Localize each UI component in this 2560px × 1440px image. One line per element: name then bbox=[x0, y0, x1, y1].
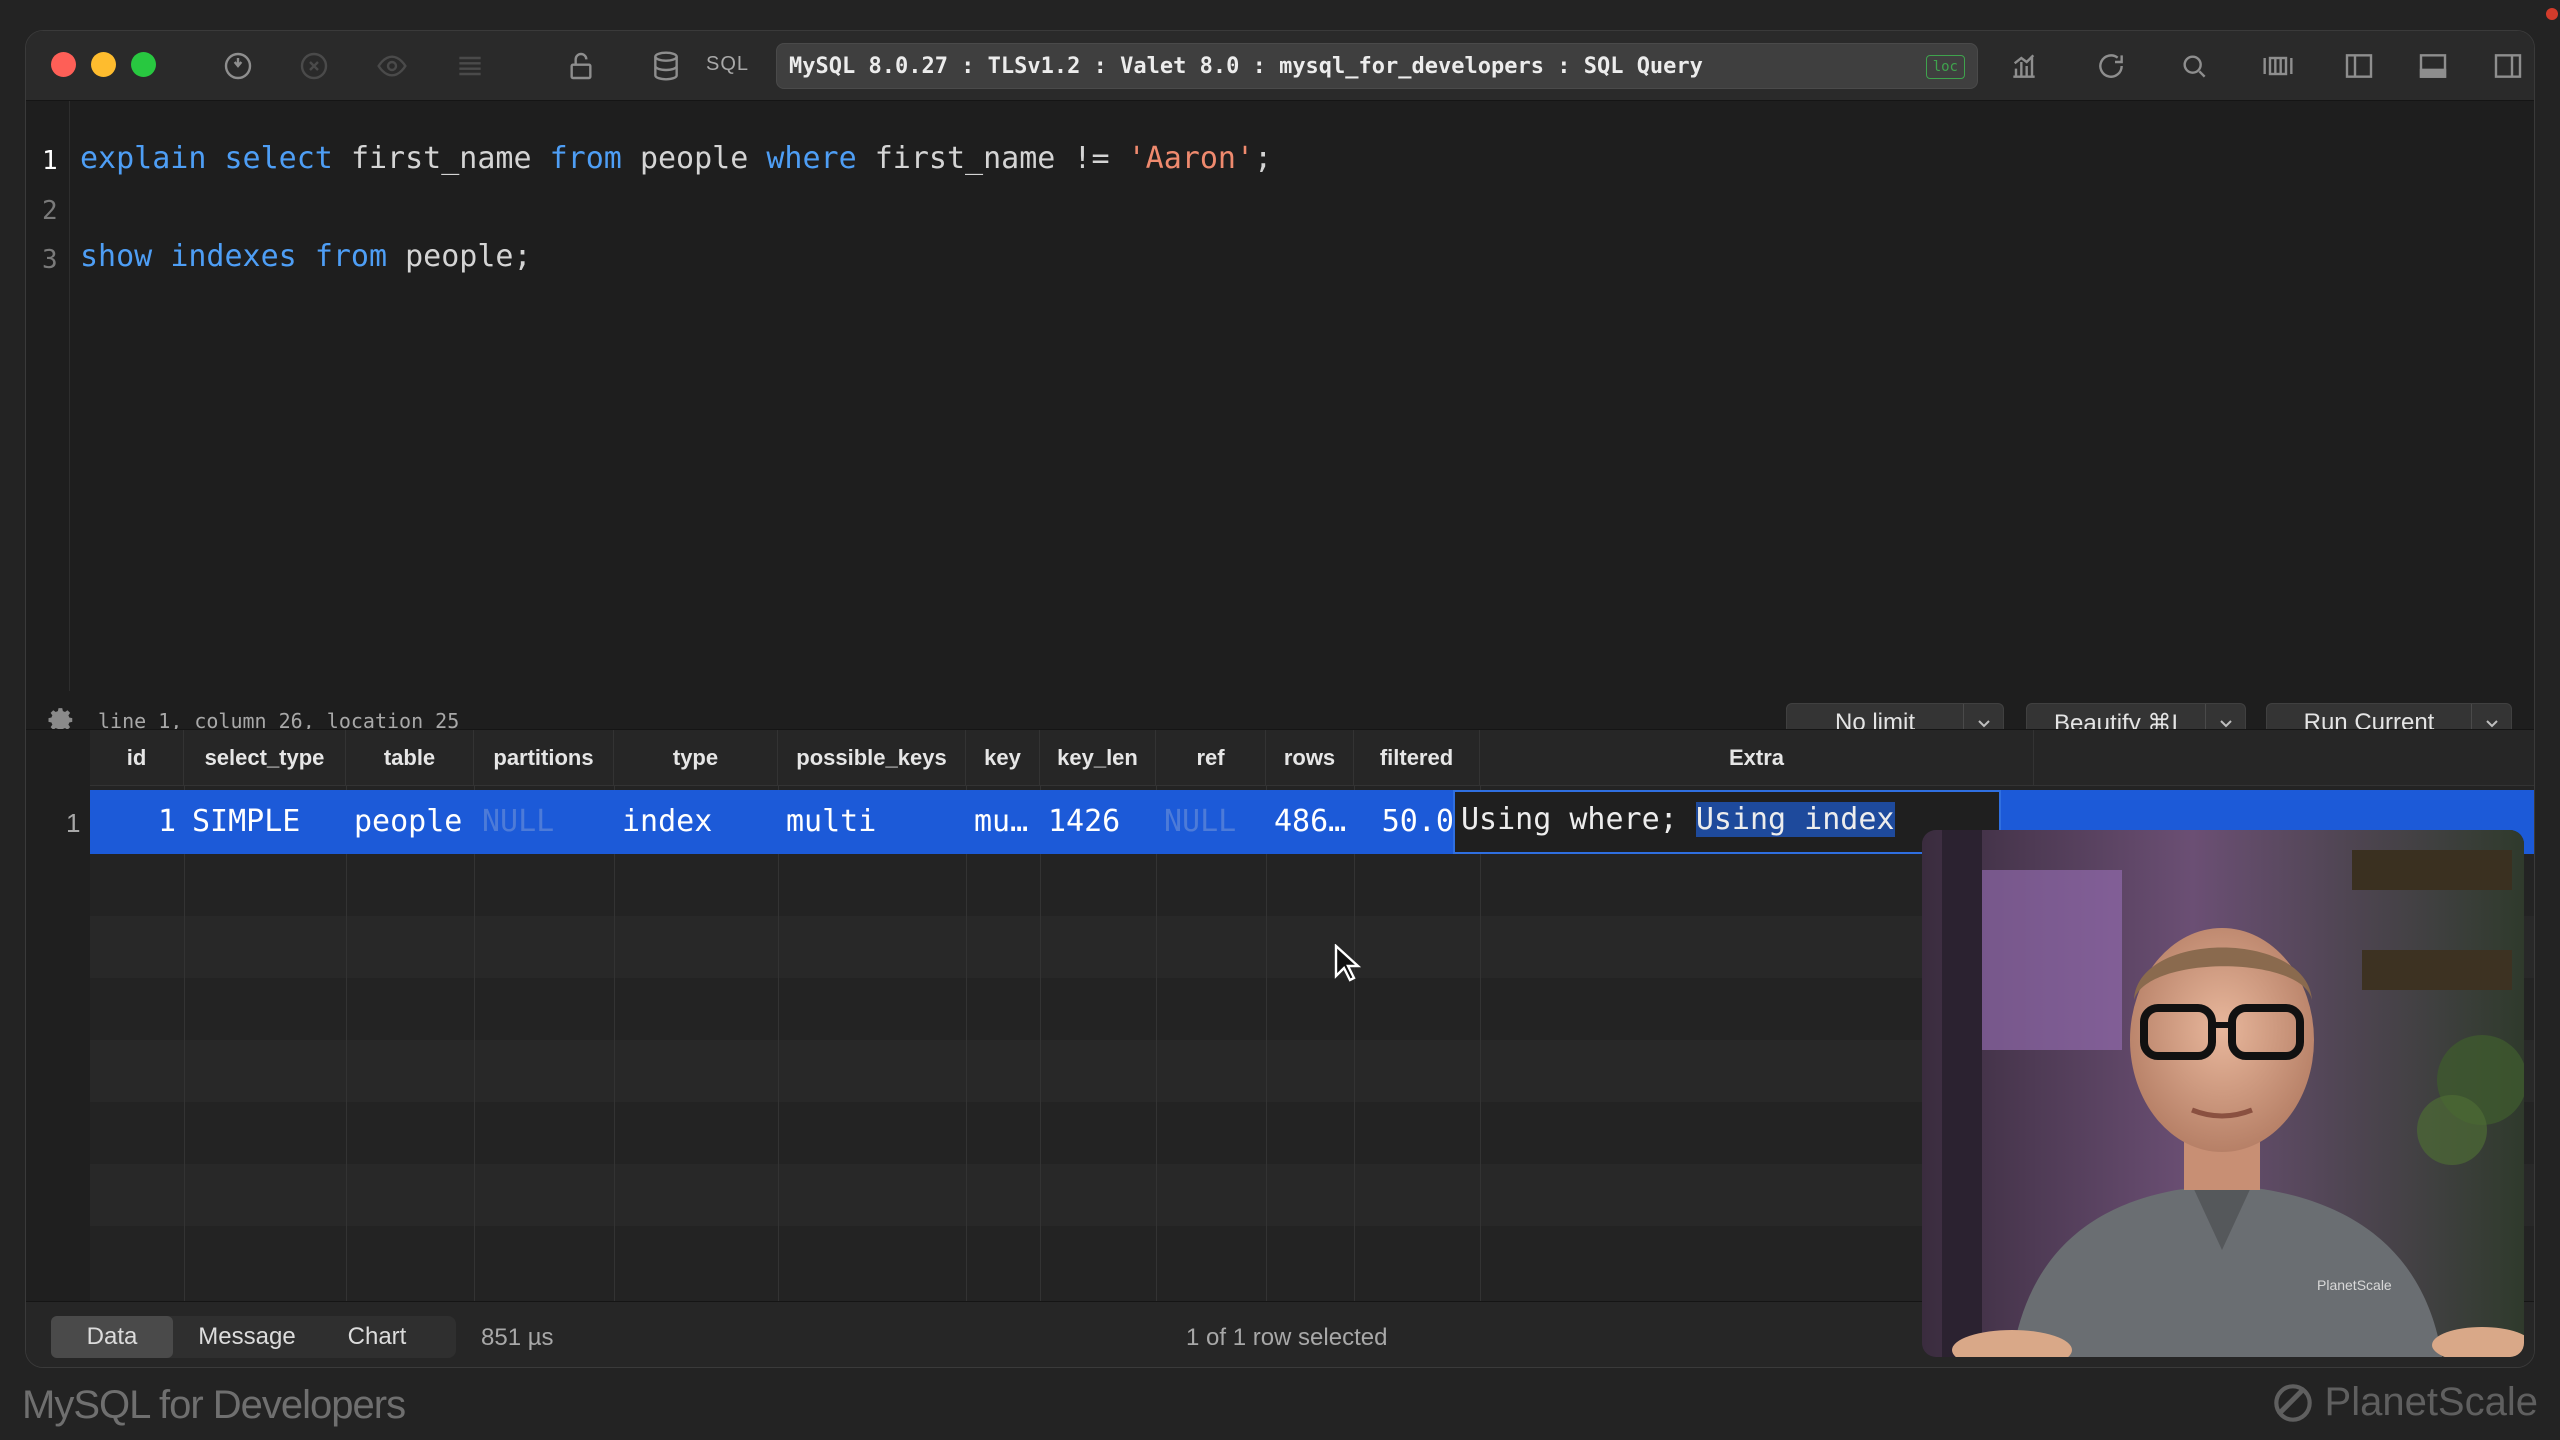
keyword: from bbox=[549, 141, 622, 176]
column-header-rows[interactable]: rows bbox=[1266, 730, 1354, 786]
sql-editor[interactable]: 1 2 3 explain select first_name from peo… bbox=[26, 101, 2534, 747]
maximize-window-button[interactable] bbox=[131, 52, 156, 77]
column-divider bbox=[184, 786, 185, 1330]
column-header-type[interactable]: type bbox=[614, 730, 778, 786]
column-header-id[interactable]: id bbox=[90, 730, 184, 786]
selection-status: 1 of 1 row selected bbox=[1186, 1324, 1388, 1351]
connection-bar[interactable]: MySQL 8.0.27 : TLSv1.2 : Valet 8.0 : mys… bbox=[776, 43, 1978, 89]
line-gutter: 1 2 3 bbox=[26, 101, 70, 691]
semicolon: ; bbox=[1254, 141, 1273, 176]
keyword: from bbox=[314, 239, 388, 274]
tab-data[interactable]: Data bbox=[51, 1316, 173, 1358]
toggle-bottom-panel-icon[interactable] bbox=[2413, 47, 2453, 85]
column-header-filtered[interactable]: filtered bbox=[1354, 730, 1480, 786]
column-header-key-len[interactable]: key_len bbox=[1040, 730, 1156, 786]
toggle-left-panel-icon[interactable] bbox=[2339, 47, 2379, 85]
cell-extra-editing[interactable]: Using where; Using index bbox=[1453, 790, 2001, 854]
search-icon[interactable] bbox=[2174, 47, 2214, 85]
recording-indicator bbox=[2546, 8, 2558, 20]
eye-icon[interactable] bbox=[372, 47, 412, 85]
planetscale-icon bbox=[2273, 1383, 2312, 1422]
column-divider bbox=[614, 786, 615, 1330]
cell-key[interactable]: mu… bbox=[966, 790, 1040, 854]
column-header-key[interactable]: key bbox=[966, 730, 1040, 786]
shirt-logo: PlanetScale bbox=[2317, 1277, 2392, 1293]
column-divider bbox=[1040, 786, 1041, 1330]
line-number: 1 bbox=[42, 146, 58, 176]
database-icon[interactable] bbox=[646, 47, 686, 85]
cell-id[interactable]: 1 bbox=[90, 790, 184, 854]
refresh-icon[interactable] bbox=[2091, 47, 2131, 85]
identifier: people bbox=[639, 141, 749, 176]
keyword: where bbox=[766, 141, 857, 176]
mouse-pointer-icon bbox=[1334, 944, 1362, 982]
column-header-partitions[interactable]: partitions bbox=[474, 730, 614, 786]
column-divider bbox=[1266, 786, 1267, 1330]
code-line-1[interactable]: explain select first_name from people wh… bbox=[80, 141, 1272, 176]
tab-message[interactable]: Message bbox=[173, 1316, 321, 1358]
brand-name: PlanetScale bbox=[2324, 1380, 2538, 1424]
cancel-icon[interactable] bbox=[294, 47, 334, 85]
identifier: first_name bbox=[350, 141, 532, 176]
cell-ref[interactable]: NULL bbox=[1156, 790, 1266, 854]
column-divider bbox=[1480, 786, 1481, 1330]
cell-type[interactable]: index bbox=[614, 790, 778, 854]
column-divider bbox=[346, 786, 347, 1330]
column-divider bbox=[778, 786, 779, 1330]
column-divider bbox=[474, 786, 475, 1330]
column-header-table[interactable]: table bbox=[346, 730, 474, 786]
keyword: explain bbox=[80, 141, 207, 176]
list-icon[interactable] bbox=[450, 47, 490, 85]
column-header-select-type[interactable]: select_type bbox=[184, 730, 346, 786]
power-icon[interactable] bbox=[218, 47, 258, 85]
tab-chart[interactable]: Chart bbox=[321, 1316, 433, 1358]
code-line-3[interactable]: show indexes from people; bbox=[80, 239, 532, 274]
cell-possible-keys[interactable]: multi bbox=[778, 790, 966, 854]
column-header-ref[interactable]: ref bbox=[1156, 730, 1266, 786]
extra-text: Using where; bbox=[1461, 802, 1696, 837]
result-view-tabs: Data Message Chart bbox=[51, 1316, 456, 1358]
identifier: people; bbox=[405, 239, 532, 274]
keyword: show bbox=[80, 239, 153, 274]
cell-partitions[interactable]: NULL bbox=[474, 790, 614, 854]
close-window-button[interactable] bbox=[51, 52, 76, 77]
column-divider bbox=[1156, 786, 1157, 1330]
cell-select-type[interactable]: SIMPLE bbox=[184, 790, 346, 854]
brand-logo: PlanetScale bbox=[2273, 1380, 2538, 1425]
column-divider bbox=[966, 786, 967, 1330]
row-number: 1 bbox=[66, 808, 81, 838]
sql-mode-label[interactable]: SQL bbox=[706, 53, 749, 76]
column-view-icon[interactable] bbox=[2258, 47, 2298, 85]
line-number: 2 bbox=[42, 196, 58, 226]
chart-icon[interactable] bbox=[2004, 47, 2044, 85]
cell-table[interactable]: people bbox=[346, 790, 474, 854]
identifier: first_name != bbox=[874, 141, 1110, 176]
minimize-window-button[interactable] bbox=[91, 52, 116, 77]
keyword: indexes bbox=[170, 239, 297, 274]
cell-rows[interactable]: 486… bbox=[1266, 790, 1354, 854]
extra-selected-text: Using index bbox=[1695, 802, 1895, 837]
lock-icon[interactable] bbox=[561, 47, 601, 85]
connection-badge: loc bbox=[1925, 55, 1965, 79]
column-header-extra[interactable]: Extra bbox=[1480, 730, 2034, 786]
presenter-webcam: PlanetScale bbox=[1922, 830, 2524, 1357]
query-timing: 851 µs bbox=[481, 1324, 554, 1351]
string-literal: 'Aaron' bbox=[1127, 141, 1255, 176]
presenter-video-image: PlanetScale bbox=[1922, 830, 2524, 1357]
course-title: MySQL for Developers bbox=[22, 1383, 406, 1427]
toolbar: SQL MySQL 8.0.27 : TLSv1.2 : Valet 8.0 :… bbox=[26, 31, 2534, 101]
column-divider bbox=[1354, 786, 1355, 1330]
line-number: 3 bbox=[42, 245, 58, 275]
keyword: select bbox=[224, 141, 333, 176]
cell-key-len[interactable]: 1426 bbox=[1040, 790, 1156, 854]
toggle-right-panel-icon[interactable] bbox=[2488, 47, 2528, 85]
column-header-possible-keys[interactable]: possible_keys bbox=[778, 730, 966, 786]
connection-text: MySQL 8.0.27 : TLSv1.2 : Valet 8.0 : mys… bbox=[789, 53, 1703, 79]
